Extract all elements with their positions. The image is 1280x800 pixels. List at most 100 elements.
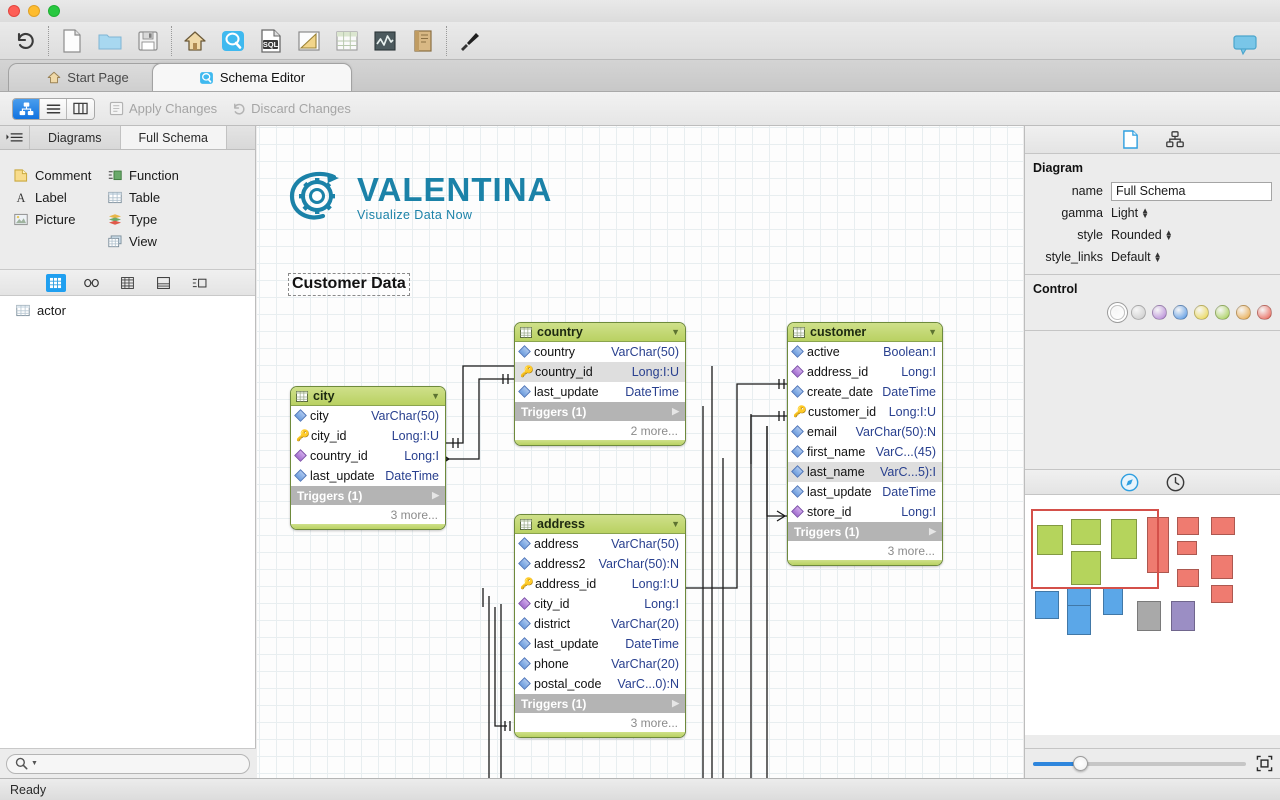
more-fields-label[interactable]: 3 more...	[291, 505, 445, 524]
window-tab-schema-editor[interactable]: Schema Editor	[152, 63, 352, 91]
chevron-right-icon[interactable]: ▶	[929, 526, 936, 537]
triggers-row[interactable]: Triggers (1) ▶	[515, 402, 685, 421]
triggers-row[interactable]: Triggers (1) ▶	[291, 486, 445, 505]
zoom-slider[interactable]	[1033, 755, 1246, 771]
minimap-viewport[interactable]	[1031, 509, 1159, 589]
table-field-row[interactable]: address_id Long:I	[788, 362, 942, 382]
apply-changes-button[interactable]: Apply Changes	[109, 101, 217, 116]
chat-bubble-icon[interactable]	[1226, 28, 1264, 62]
save-icon[interactable]	[129, 24, 167, 58]
datatable-icon[interactable]	[328, 24, 366, 58]
diagram-canvas[interactable]: VALENTINA Visualize Data Now Customer Da…	[257, 126, 1023, 778]
sql-icon[interactable]: SQL	[252, 24, 290, 58]
table-field-row[interactable]: last_update DateTime	[291, 466, 445, 486]
table-field-row[interactable]: country VarChar(50)	[515, 342, 685, 362]
close-window-button[interactable]	[8, 5, 20, 17]
palette-item-comment[interactable]: Comment	[14, 164, 91, 186]
table-field-row[interactable]: city_id Long:I	[515, 594, 685, 614]
table-field-row[interactable]: last_update DateTime	[515, 634, 685, 654]
column-view-button[interactable]	[67, 98, 94, 119]
table-header[interactable]: city ▼	[291, 387, 445, 406]
plugin-icon[interactable]	[451, 24, 489, 58]
triggers-row[interactable]: Triggers (1) ▶	[788, 522, 942, 541]
color-swatch[interactable]	[1194, 305, 1209, 320]
gamma-popup-button[interactable]: Light ▲ ▼	[1111, 206, 1149, 220]
table-field-row[interactable]: country_id Long:I	[291, 446, 445, 466]
search-input[interactable]	[40, 756, 221, 771]
diagram-name-input[interactable]: Full Schema	[1111, 181, 1272, 201]
chevron-down-icon[interactable]: ▼	[671, 519, 680, 529]
table-header[interactable]: country ▼	[515, 323, 685, 342]
filter-tables-button[interactable]	[45, 273, 66, 292]
table-field-row[interactable]: email VarChar(50):N	[788, 422, 942, 442]
palette-item-view[interactable]: View	[108, 230, 179, 252]
table-field-row[interactable]: 🔑 customer_id Long:I:U	[788, 402, 942, 422]
color-swatch[interactable]	[1173, 305, 1188, 320]
table-header[interactable]: customer ▼	[788, 323, 942, 342]
chevron-right-icon[interactable]: ▶	[432, 490, 439, 501]
chevron-right-icon[interactable]: ▶	[672, 698, 679, 709]
table-field-row[interactable]: store_id Long:I	[788, 502, 942, 522]
color-swatch[interactable]	[1236, 305, 1251, 320]
document-properties-tab[interactable]	[1120, 130, 1142, 150]
undo-icon[interactable]	[6, 24, 44, 58]
palette-item-function[interactable]: Function	[108, 164, 179, 186]
filter-grid-button[interactable]	[118, 274, 138, 292]
chevron-down-icon[interactable]: ▼	[928, 327, 937, 337]
filter-functions-button[interactable]	[190, 274, 210, 292]
navigator-tab[interactable]	[1119, 472, 1141, 492]
style-links-popup-button[interactable]: Default ▲ ▼	[1111, 250, 1162, 264]
table-field-row[interactable]: address2 VarChar(50):N	[515, 554, 685, 574]
palette-item-type[interactable]: Type	[108, 208, 179, 230]
table-field-row[interactable]: address VarChar(50)	[515, 534, 685, 554]
color-swatch[interactable]	[1215, 305, 1230, 320]
report-icon[interactable]	[404, 24, 442, 58]
chart-icon[interactable]	[366, 24, 404, 58]
chevron-down-icon[interactable]: ▼	[671, 327, 680, 337]
window-tab-start-page[interactable]: Start Page	[8, 63, 168, 91]
table-node-customer[interactable]: customer ▼ active Boolean:I address_id Long:I…	[787, 322, 943, 566]
triggers-row[interactable]: Triggers (1) ▶	[515, 694, 685, 713]
style-popup-button[interactable]: Rounded ▲ ▼	[1111, 228, 1173, 242]
home-icon[interactable]	[176, 24, 214, 58]
diagram-view-button[interactable]	[13, 98, 40, 119]
chevron-right-icon[interactable]: ▶	[672, 406, 679, 417]
discard-changes-button[interactable]: Discard Changes	[231, 101, 351, 116]
more-fields-label[interactable]: 3 more...	[788, 541, 942, 560]
list-item[interactable]: actor	[0, 300, 255, 321]
table-field-row[interactable]: last_name VarC...5):I	[788, 462, 942, 482]
table-field-row[interactable]: active Boolean:I	[788, 342, 942, 362]
history-tab[interactable]	[1165, 472, 1187, 492]
diagram-icon[interactable]	[290, 24, 328, 58]
table-field-row[interactable]: postal_code VarC...0):N	[515, 674, 685, 694]
palette-item-picture[interactable]: Picture	[14, 208, 91, 230]
table-field-row[interactable]: district VarChar(20)	[515, 614, 685, 634]
table-field-row[interactable]: first_name VarC...(45)	[788, 442, 942, 462]
color-swatch[interactable]	[1152, 305, 1167, 320]
schema-editor-icon[interactable]	[214, 24, 252, 58]
table-field-row[interactable]: last_update DateTime	[515, 382, 685, 402]
new-document-icon[interactable]	[53, 24, 91, 58]
table-field-row[interactable]: city VarChar(50)	[291, 406, 445, 426]
table-field-row[interactable]: create_date DateTime	[788, 382, 942, 402]
filter-views-button[interactable]	[154, 274, 174, 292]
schema-properties-tab[interactable]	[1164, 130, 1186, 150]
object-list[interactable]: actor	[0, 296, 255, 748]
fit-to-window-icon[interactable]	[1256, 755, 1273, 772]
table-field-row[interactable]: 🔑 country_id Long:I:U	[515, 362, 685, 382]
color-swatch[interactable]	[1110, 305, 1125, 320]
open-folder-icon[interactable]	[91, 24, 129, 58]
search-field[interactable]: ▼	[6, 753, 250, 774]
chevron-down-icon[interactable]: ▼	[431, 391, 440, 401]
table-field-row[interactable]: 🔑 city_id Long:I:U	[291, 426, 445, 446]
more-fields-label[interactable]: 2 more...	[515, 421, 685, 440]
list-view-button[interactable]	[40, 98, 67, 119]
diagram-label-customer-data[interactable]: Customer Data	[288, 273, 410, 296]
palette-item-table[interactable]: Table	[108, 186, 179, 208]
table-field-row[interactable]: last_update DateTime	[788, 482, 942, 502]
color-swatch[interactable]	[1131, 305, 1146, 320]
left-panel-tab-diagrams[interactable]: Diagrams	[30, 126, 121, 149]
panel-options-button[interactable]	[0, 126, 30, 149]
color-swatch[interactable]	[1257, 305, 1272, 320]
diagram-minimap[interactable]	[1025, 495, 1280, 735]
